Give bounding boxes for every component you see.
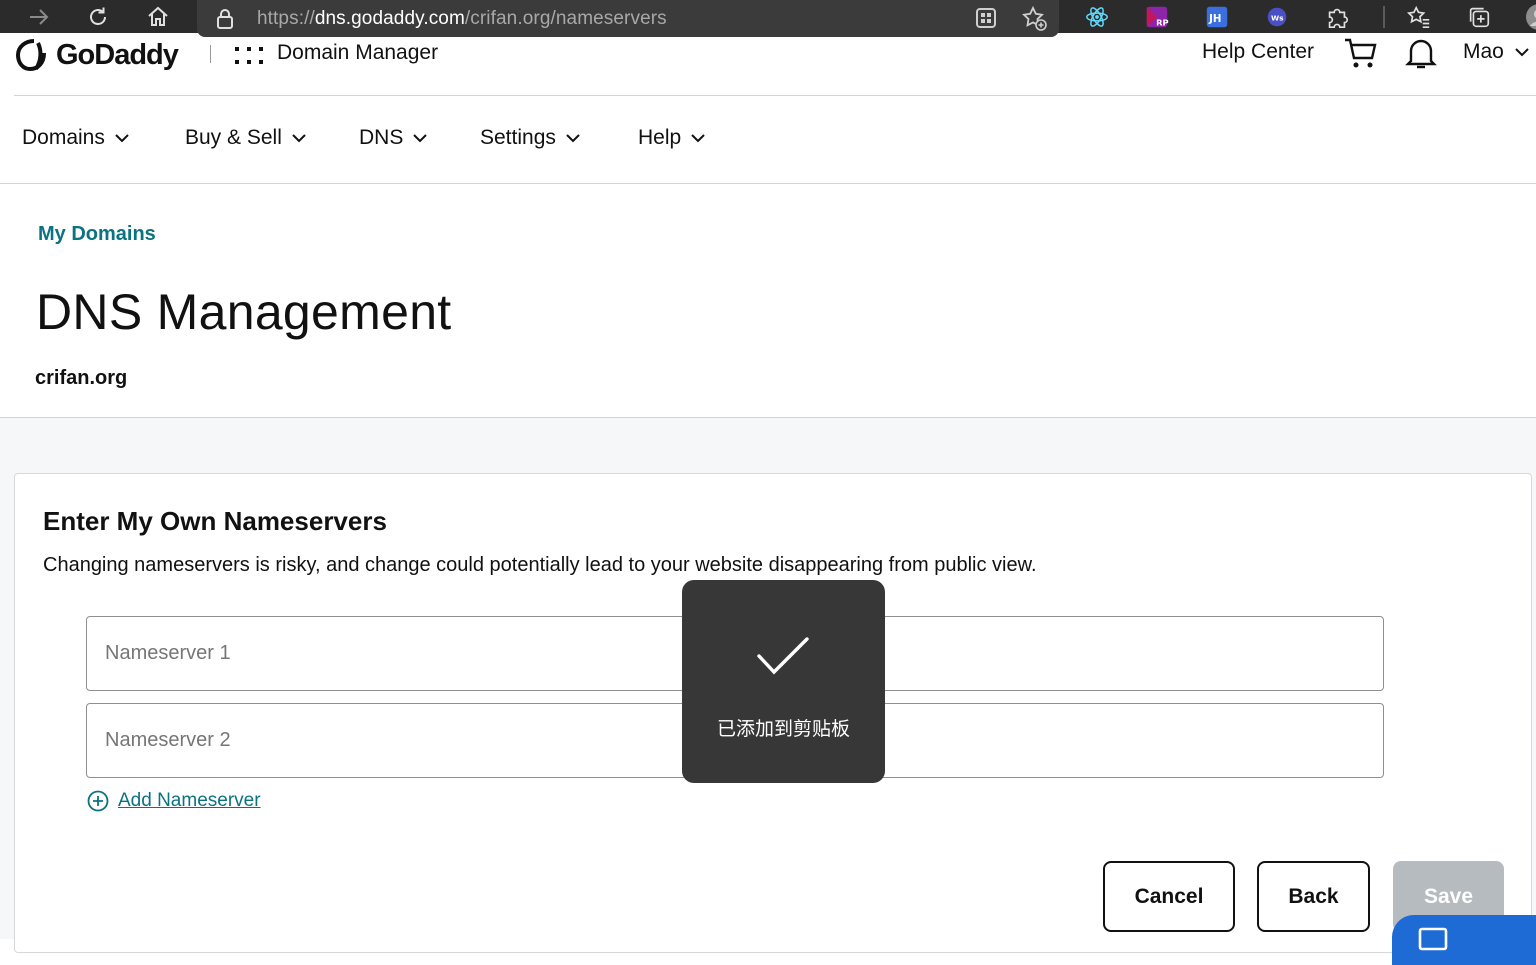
home-icon <box>148 6 168 26</box>
home-button[interactable] <box>138 0 178 33</box>
plus-circle-icon <box>87 790 109 812</box>
add-nameserver-label: Add Nameserver <box>118 790 261 811</box>
card-title: Enter My Own Nameservers <box>43 506 387 536</box>
forward-button[interactable] <box>19 0 59 33</box>
product-name[interactable]: Domain Manager <box>277 41 438 65</box>
menu-dns-label: DNS <box>359 126 404 149</box>
ws-extension[interactable]: Ws <box>1263 3 1291 31</box>
toast-message: 已添加到剪贴板 <box>716 719 850 740</box>
user-name: Mao <box>1463 40 1504 63</box>
main-menu: Domains Buy & Sell DNS Settings Help <box>0 96 1536 183</box>
react-icon <box>1086 7 1108 27</box>
clipboard-toast: 已添加到剪贴板 <box>682 580 885 783</box>
rp-icon: RP <box>1146 6 1169 27</box>
menu-divider-line <box>0 183 1536 184</box>
jh-extension[interactable]: JH <box>1203 3 1231 31</box>
add-favorite-icon[interactable] <box>1021 5 1047 31</box>
help-center-link[interactable]: Help Center <box>1202 40 1314 64</box>
cart-icon[interactable] <box>1343 36 1379 70</box>
lock-icon <box>217 8 233 29</box>
extensions-bar: RP JH Ws <box>1083 3 1536 31</box>
user-menu[interactable]: Mao <box>1463 40 1530 64</box>
godaddy-logo[interactable]: GoDaddy <box>14 37 179 73</box>
collections-button[interactable] <box>1465 3 1493 31</box>
site-header: GoDaddy Domain Manager Help Center Mao <box>0 33 1536 96</box>
menu-help[interactable]: Help <box>638 126 705 150</box>
favorites-button[interactable] <box>1405 3 1433 31</box>
ws-icon: Ws <box>1267 7 1287 27</box>
menu-dns[interactable]: DNS <box>359 126 428 150</box>
toolbar-divider <box>1383 6 1385 28</box>
cancel-button[interactable]: Cancel <box>1103 861 1235 932</box>
add-nameserver-link[interactable]: Add Nameserver <box>87 790 261 812</box>
chevron-down-icon <box>1515 48 1529 57</box>
card-description: Changing nameservers is risky, and chang… <box>43 554 1037 576</box>
chevron-down-icon <box>292 134 306 143</box>
page-title: DNS Management <box>36 284 452 340</box>
rp-extension[interactable]: RP <box>1143 3 1171 31</box>
menu-settings[interactable]: Settings <box>480 126 580 150</box>
collections-icon <box>1469 7 1490 28</box>
checkmark-icon <box>757 637 809 675</box>
header-divider <box>210 45 211 63</box>
reload-icon <box>90 7 106 25</box>
address-bar[interactable]: https://dns.godaddy.com/crifan.org/names… <box>197 0 1059 37</box>
bell-icon[interactable] <box>1405 35 1437 71</box>
domain-name: crifan.org <box>35 367 128 389</box>
menu-domains-label: Domains <box>22 126 105 149</box>
svg-text:RP: RP <box>1156 17 1169 27</box>
puzzle-icon <box>1328 8 1348 29</box>
svg-text:JH: JH <box>1208 14 1221 25</box>
menu-settings-label: Settings <box>480 126 556 149</box>
menu-buy-sell[interactable]: Buy & Sell <box>185 126 306 150</box>
menu-domains[interactable]: Domains <box>22 126 129 150</box>
url-text: https://dns.godaddy.com/crifan.org/names… <box>257 7 667 29</box>
arrow-right-icon <box>30 8 49 25</box>
app-available-icon[interactable] <box>973 5 999 31</box>
react-devtools-extension[interactable] <box>1083 3 1111 31</box>
extensions-button[interactable] <box>1323 3 1351 31</box>
breadcrumb-my-domains[interactable]: My Domains <box>38 223 156 246</box>
jh-icon: JH <box>1206 6 1228 28</box>
chevron-down-icon <box>413 134 428 143</box>
profile-button[interactable] <box>1525 3 1536 31</box>
chevron-down-icon <box>566 134 580 143</box>
svg-text:Ws: Ws <box>1271 13 1284 22</box>
chat-widget-button[interactable] <box>1392 915 1536 965</box>
menu-help-label: Help <box>638 126 682 149</box>
apps-grid-icon[interactable] <box>235 47 265 65</box>
reload-button[interactable] <box>78 0 118 33</box>
godaddy-logo-icon <box>15 39 46 72</box>
chat-icon <box>1418 927 1448 951</box>
menu-buy-sell-label: Buy & Sell <box>185 126 282 149</box>
profile-avatar-icon <box>1526 4 1536 30</box>
chevron-down-icon <box>691 134 705 143</box>
favorites-list-icon <box>1406 5 1430 29</box>
brand-name: GoDaddy <box>56 38 179 71</box>
back-button[interactable]: Back <box>1257 861 1370 932</box>
chevron-down-icon <box>115 134 129 143</box>
